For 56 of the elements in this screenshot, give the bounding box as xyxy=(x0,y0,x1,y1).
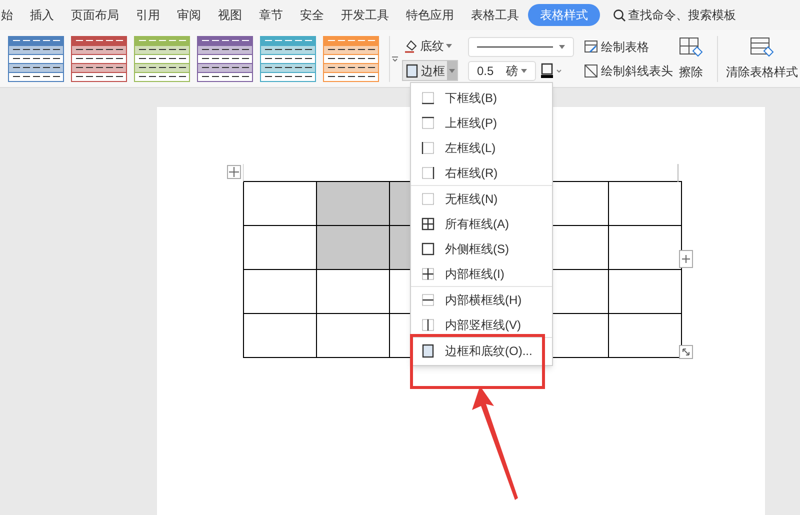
table-style-thumbnail[interactable] xyxy=(323,36,379,82)
draw-diagonal-header-button[interactable]: 绘制斜线表头 xyxy=(584,62,673,80)
menu-tab[interactable]: 表格工具 xyxy=(471,6,519,24)
caret-icon xyxy=(446,44,452,48)
eraser-icon xyxy=(679,36,703,58)
menu-item[interactable]: 内部竖框线(V) xyxy=(411,312,552,337)
table-eraser-icon xyxy=(750,36,774,58)
add-column-button[interactable] xyxy=(679,250,693,268)
pen-color-icon[interactable] xyxy=(540,62,564,78)
solid-line-icon xyxy=(477,44,553,48)
menu-tab[interactable]: 引用 xyxy=(136,6,160,24)
table-style-thumbnail[interactable] xyxy=(8,36,64,82)
plus-icon xyxy=(682,255,690,263)
menu-item[interactable]: 右框线(R) xyxy=(411,160,552,185)
menu-item[interactable]: 内部横框线(H) xyxy=(411,287,552,312)
menu-tab[interactable]: 安全 xyxy=(300,6,324,24)
menu-item[interactable]: 上框线(P) xyxy=(411,110,552,135)
expand-icon xyxy=(392,56,398,62)
table-pencil-icon xyxy=(584,40,598,54)
erase-button[interactable]: 擦除 xyxy=(679,36,703,80)
menu-item[interactable]: 内部框线(I) xyxy=(411,261,552,286)
menu-item[interactable]: 所有框线(A) xyxy=(411,211,552,236)
menu-item[interactable]: 下框线(B) xyxy=(411,85,552,110)
border-button[interactable]: 边框 xyxy=(402,60,458,81)
caret-icon xyxy=(521,68,527,72)
paint-bucket-icon xyxy=(404,39,418,53)
draw-table-button[interactable]: 绘制表格 xyxy=(584,38,673,56)
line-style-dropdown[interactable] xyxy=(468,36,574,56)
resize-handle-icon[interactable] xyxy=(679,345,693,359)
menu-tab[interactable]: 开发工具 xyxy=(341,6,389,24)
menu-tab[interactable]: 页面布局 xyxy=(71,6,119,24)
menu-tab[interactable]: 特色应用 xyxy=(406,6,454,24)
line-width-field[interactable]: 0.5 磅 xyxy=(468,60,536,80)
gallery-scroll[interactable] xyxy=(389,36,399,82)
caret-icon xyxy=(449,68,455,72)
shading-button[interactable]: 底纹 xyxy=(402,36,458,56)
menu-tab[interactable]: 始 xyxy=(1,6,13,24)
table-style-thumbnail[interactable] xyxy=(197,36,253,82)
table-style-thumbnail[interactable] xyxy=(260,36,316,82)
move-handle-icon[interactable] xyxy=(227,165,241,179)
menu-item[interactable]: 外侧框线(S) xyxy=(411,236,552,261)
table-style-thumbnail[interactable] xyxy=(134,36,190,82)
search-label[interactable]: 查找命令、搜索模板 xyxy=(628,6,736,24)
clear-table-style-button[interactable]: 清除表格样式 xyxy=(726,36,798,80)
menu-tab[interactable]: 章节 xyxy=(259,6,283,24)
menu-item[interactable]: 无框线(N) xyxy=(411,186,552,211)
menu-tab[interactable]: 视图 xyxy=(218,6,242,24)
table-style-thumbnail[interactable] xyxy=(71,36,127,82)
caret-icon xyxy=(559,44,565,48)
page-border-icon xyxy=(405,64,419,78)
page-border-icon xyxy=(421,344,435,358)
menu-tab[interactable]: 审阅 xyxy=(177,6,201,24)
menu-tab[interactable]: 插入 xyxy=(30,6,54,24)
menu-item[interactable]: 左框线(L) xyxy=(411,135,552,160)
diagonal-cell-icon xyxy=(584,64,598,78)
search-icon xyxy=(613,8,626,22)
